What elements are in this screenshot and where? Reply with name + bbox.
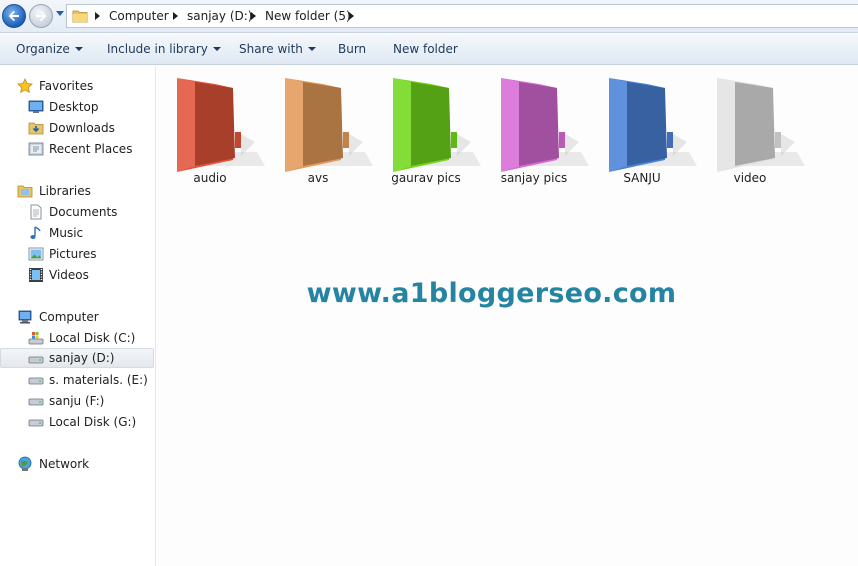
folder-item[interactable]: gaurav pics (375, 74, 481, 189)
folder-label: gaurav pics (391, 171, 461, 185)
nav-item-videos[interactable]: Videos (0, 265, 156, 285)
back-arrow-icon (8, 10, 19, 22)
nav-item-pictures[interactable]: Pictures (0, 244, 156, 264)
burn-button[interactable]: Burn (338, 42, 366, 56)
folder-item[interactable]: sanjay pics (483, 74, 589, 189)
folder-label: video (733, 171, 767, 185)
nav-label: sanju (F:) (49, 394, 105, 408)
nav-label: Libraries (39, 184, 91, 198)
forward-arrow-icon (36, 10, 47, 22)
organize-label: Organize (16, 42, 70, 56)
nav-computer[interactable]: Computer (0, 307, 156, 327)
star-icon (17, 78, 33, 94)
music-note-icon (30, 226, 41, 239)
organize-button[interactable]: Organize (16, 42, 83, 56)
folder-item[interactable]: audio (159, 74, 265, 189)
nav-item-recent-places[interactable]: Recent Places (0, 139, 156, 159)
address-bar: Computer sanjay (D:) New folder (5) (0, 0, 858, 33)
breadcrumb-drive[interactable]: sanjay (D:) (187, 9, 252, 23)
folder-label: SANJU (623, 171, 661, 185)
nav-item-local-disk-g[interactable]: Local Disk (G:) (0, 412, 156, 432)
nav-label: Pictures (49, 247, 97, 261)
nav-item-downloads[interactable]: Downloads (0, 118, 156, 138)
libraries-icon (17, 185, 33, 198)
breadcrumb-current-folder[interactable]: New folder (5) (265, 9, 351, 23)
nav-item-sanjay-d[interactable]: sanjay (D:) (0, 348, 154, 368)
file-list: audio avs gaurav pics sanjay pics SANJU video… (157, 66, 858, 566)
nav-label: Documents (49, 205, 118, 219)
nav-item-local-disk-c[interactable]: Local Disk (C:) (0, 328, 156, 348)
desktop-icon (28, 100, 44, 113)
nav-label: Favorites (39, 79, 94, 93)
address-field[interactable]: Computer sanjay (D:) New folder (5) (66, 4, 858, 28)
nav-label: Computer (39, 310, 99, 324)
nav-label: s. materials. (E:) (49, 373, 148, 387)
navigation-pane: Favorites Desktop Downloads Recent Place… (0, 66, 156, 566)
nav-item-music[interactable]: Music (0, 223, 156, 243)
film-strip-icon (29, 268, 43, 282)
nav-label: Music (49, 226, 84, 240)
folder-icon (717, 78, 805, 172)
folder-icon (72, 10, 88, 23)
drive-icon (28, 377, 44, 385)
new-folder-button[interactable]: New folder (393, 42, 458, 56)
folder-item[interactable]: avs (267, 74, 373, 189)
drive-icon (28, 356, 44, 364)
windows-drive-icon (28, 332, 44, 345)
breadcrumb-computer[interactable]: Computer (109, 9, 169, 23)
nav-label: Recent Places (49, 142, 133, 156)
pictures-icon (28, 247, 44, 261)
downloads-folder-icon (28, 122, 44, 135)
watermark-text: www.a1bloggerseo.com (306, 278, 677, 309)
chevron-down-icon (74, 47, 83, 51)
nav-item-documents[interactable]: Documents (0, 202, 156, 222)
nav-label: Downloads (49, 121, 115, 135)
folder-item[interactable]: SANJU (591, 74, 697, 189)
nav-item-desktop[interactable]: Desktop (0, 97, 156, 117)
folder-icon (501, 78, 589, 172)
drive-icon (28, 419, 44, 427)
nav-label: Local Disk (G:) (49, 415, 137, 429)
chevron-down-icon (307, 47, 316, 51)
nav-label: Desktop (49, 100, 99, 114)
breadcrumb-separator-icon[interactable] (95, 12, 100, 20)
breadcrumb-separator-icon[interactable] (251, 12, 256, 20)
chevron-down-icon[interactable] (56, 11, 64, 16)
nav-favorites[interactable]: Favorites (0, 76, 156, 96)
nav-item-s-materials-e[interactable]: s. materials. (E:) (0, 370, 156, 390)
folder-icon (609, 78, 697, 172)
include-in-library-button[interactable]: Include in library (107, 42, 221, 56)
computer-icon (18, 310, 32, 324)
nav-label: Local Disk (C:) (49, 331, 136, 345)
share-with-label: Share with (239, 42, 303, 56)
folder-icon (285, 78, 373, 172)
folder-item[interactable]: video (699, 74, 805, 189)
folder-label: avs (307, 171, 329, 185)
nav-label: Network (39, 457, 90, 471)
include-in-library-label: Include in library (107, 42, 208, 56)
nav-item-sanju-f[interactable]: sanju (F:) (0, 391, 156, 411)
drive-icon (28, 398, 44, 406)
documents-icon (30, 204, 42, 220)
command-bar: Organize Include in library Share with B… (0, 34, 858, 65)
nav-label: Videos (49, 268, 89, 282)
breadcrumb-separator-icon[interactable] (173, 12, 178, 20)
share-with-button[interactable]: Share with (239, 42, 316, 56)
forward-button[interactable] (29, 4, 53, 28)
breadcrumb-separator-icon[interactable] (349, 12, 354, 20)
folder-label: sanjay pics (500, 171, 568, 185)
folder-icon (177, 78, 265, 172)
folder-label: audio (193, 171, 227, 185)
back-button[interactable] (2, 4, 26, 28)
network-icon (18, 456, 32, 471)
recent-places-icon (28, 142, 44, 156)
nav-libraries[interactable]: Libraries (0, 181, 156, 201)
chevron-down-icon (212, 47, 221, 51)
folder-icon (393, 78, 481, 172)
nav-network[interactable]: Network (0, 454, 156, 474)
nav-label: sanjay (D:) (49, 351, 115, 365)
